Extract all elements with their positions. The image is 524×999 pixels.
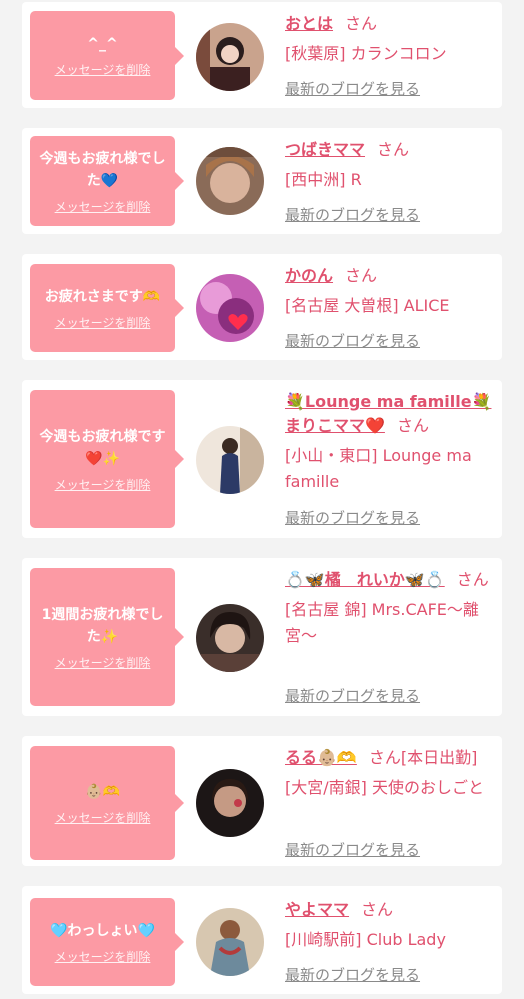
- cast-name-link[interactable]: やよママ: [285, 900, 349, 919]
- avatar[interactable]: [196, 274, 264, 342]
- blog-link[interactable]: 最新のブログを見る: [285, 507, 420, 528]
- cast-name-link[interactable]: おとは: [285, 14, 333, 33]
- message-text: 今週もお疲れ様です❤️✨: [39, 428, 166, 467]
- cast-info: るる👶🏼🫶 さん[本日出勤] [大宮/南銀] 天使のおしごと: [285, 746, 497, 801]
- message-card: 今週もお疲れ様です❤️✨ メッセージを削除 💐Lounge ma famille…: [22, 380, 502, 538]
- cast-info: やよママ さん [川崎駅前] Club Lady: [285, 898, 497, 953]
- message-text: 今週もお疲れ様でした💙: [39, 150, 166, 189]
- cast-name-link[interactable]: るる👶🏼🫶: [285, 748, 357, 767]
- message-card: 👶🏼🫶 メッセージを削除 るる👶🏼🫶 さん[本日出勤] [大宮/南銀] 天使のおし…: [22, 736, 502, 866]
- honorific: さん[本日出勤]: [368, 748, 478, 767]
- message-bubble: 🩵わっしょい🩵 メッセージを削除: [30, 898, 184, 986]
- avatar[interactable]: [196, 426, 264, 494]
- cast-info: 💍🦋橘 れいか🦋💍 さん [名古屋 錦] Mrs.CAFE〜離宮〜: [285, 568, 497, 649]
- blog-link[interactable]: 最新のブログを見る: [285, 685, 420, 706]
- honorific: さん: [361, 900, 394, 919]
- shop-text: [川崎駅前] Club Lady: [285, 930, 446, 949]
- delete-message-link[interactable]: メッセージを削除: [55, 476, 151, 493]
- cast-name-link[interactable]: かのん: [285, 266, 333, 285]
- shop-text: [大宮/南銀] 天使のおしごと: [285, 778, 484, 797]
- cast-name-link[interactable]: 💐Lounge ma famille💐まりこママ❤️: [285, 392, 491, 435]
- shop-text: [西中洲] R: [285, 170, 362, 189]
- message-text: お疲れさまです🫶: [44, 288, 161, 305]
- honorific: さん: [377, 140, 410, 159]
- avatar[interactable]: [196, 908, 264, 976]
- message-card: 🩵わっしょい🩵 メッセージを削除 やよママ さん [川崎駅前] Club Lady…: [22, 886, 502, 994]
- shop-text: [名古屋 錦] Mrs.CAFE〜離宮〜: [285, 600, 479, 645]
- message-bubble: 👶🏼🫶 メッセージを削除: [30, 746, 184, 860]
- honorific: さん: [396, 416, 429, 435]
- delete-message-link[interactable]: メッセージを削除: [55, 198, 151, 215]
- delete-message-link[interactable]: メッセージを削除: [55, 948, 151, 965]
- blog-link[interactable]: 最新のブログを見る: [285, 839, 420, 860]
- message-text: 1週間お疲れ様でした✨: [41, 606, 164, 645]
- message-text: ^_^: [87, 36, 118, 52]
- shop-text: [小山・東口] Lounge ma famille: [285, 446, 472, 491]
- message-bubble: ^_^ メッセージを削除: [30, 11, 184, 100]
- avatar[interactable]: [196, 604, 264, 672]
- shop-text: [秋葉原] カランコロン: [285, 44, 447, 63]
- message-text: 👶🏼🫶: [85, 783, 120, 800]
- honorific: さん: [345, 266, 378, 285]
- avatar[interactable]: [196, 147, 264, 215]
- message-bubble: 今週もお疲れ様です❤️✨ メッセージを削除: [30, 390, 184, 528]
- blog-link[interactable]: 最新のブログを見る: [285, 78, 420, 99]
- blog-link[interactable]: 最新のブログを見る: [285, 964, 420, 985]
- shop-text: [名古屋 大曽根] ALICE: [285, 296, 450, 315]
- blog-link[interactable]: 最新のブログを見る: [285, 204, 420, 225]
- message-text: 🩵わっしょい🩵: [50, 922, 155, 939]
- delete-message-link[interactable]: メッセージを削除: [55, 61, 151, 78]
- message-card: 今週もお疲れ様でした💙 メッセージを削除 つばきママ さん [西中洲] R 最新の…: [22, 128, 502, 234]
- delete-message-link[interactable]: メッセージを削除: [55, 314, 151, 331]
- delete-message-link[interactable]: メッセージを削除: [55, 654, 151, 671]
- avatar[interactable]: [196, 23, 264, 91]
- message-card: お疲れさまです🫶 メッセージを削除 かのん さん [名古屋 大曽根] ALICE …: [22, 254, 502, 360]
- message-bubble: 1週間お疲れ様でした✨ メッセージを削除: [30, 568, 184, 706]
- cast-info: 💐Lounge ma famille💐まりこママ❤️ さん [小山・東口] Lou…: [285, 390, 497, 495]
- blog-link[interactable]: 最新のブログを見る: [285, 330, 420, 351]
- cast-name-link[interactable]: つばきママ: [285, 140, 365, 159]
- delete-message-link[interactable]: メッセージを削除: [55, 809, 151, 826]
- cast-info: おとは さん [秋葉原] カランコロン: [285, 12, 497, 67]
- avatar[interactable]: [196, 769, 264, 837]
- message-bubble: 今週もお疲れ様でした💙 メッセージを削除: [30, 136, 184, 226]
- honorific: さん: [345, 14, 378, 33]
- cast-name-link[interactable]: 💍🦋橘 れいか🦋💍: [285, 570, 445, 589]
- cast-info: つばきママ さん [西中洲] R: [285, 138, 497, 193]
- message-card: ^_^ メッセージを削除 おとは さん [秋葉原] カランコロン 最新のブログを見…: [22, 2, 502, 108]
- honorific: さん: [456, 570, 489, 589]
- cast-info: かのん さん [名古屋 大曽根] ALICE: [285, 264, 497, 319]
- message-card: 1週間お疲れ様でした✨ メッセージを削除 💍🦋橘 れいか🦋💍 さん [名古屋 錦]…: [22, 558, 502, 716]
- message-bubble: お疲れさまです🫶 メッセージを削除: [30, 264, 184, 352]
